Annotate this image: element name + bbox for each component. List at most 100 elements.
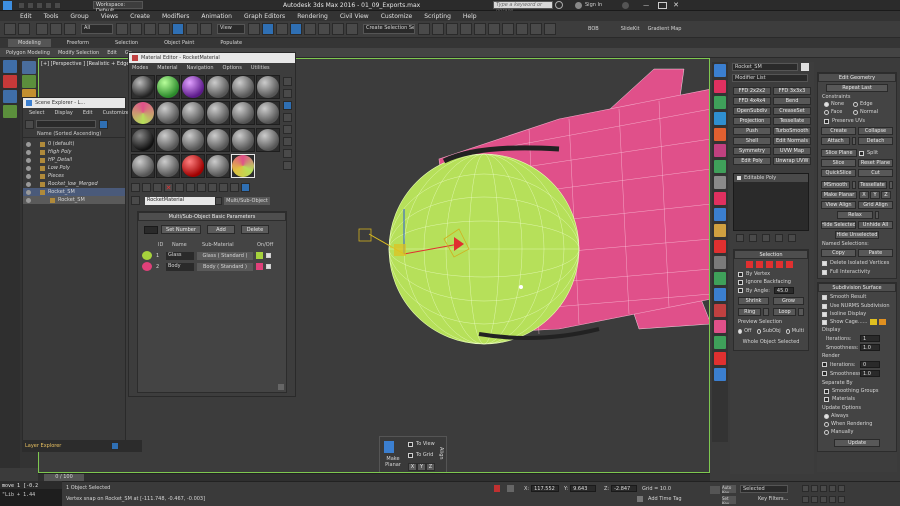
preserve-uvs-check[interactable]: Preserve UVs [818, 116, 896, 126]
modifier-button-ffd-3x3x3[interactable]: FFD 3x3x3 [773, 87, 811, 95]
slot-23[interactable] [231, 153, 255, 178]
next-frame-icon[interactable] [829, 485, 836, 492]
modifier-button-push[interactable]: Push [733, 127, 771, 135]
create-tab-icon[interactable] [714, 64, 726, 77]
ribbon-tab-modeling[interactable]: Modeling [8, 39, 51, 47]
delete-button[interactable]: Delete [241, 225, 269, 234]
to-view-button[interactable]: To View [408, 441, 435, 447]
ring-spinner[interactable] [763, 308, 769, 316]
copy-button[interactable]: Copy [821, 249, 856, 257]
slot-11[interactable] [231, 101, 255, 126]
modify-tab-icon[interactable] [714, 80, 726, 93]
zoom-icon[interactable] [802, 496, 809, 503]
slot-24[interactable] [256, 153, 280, 178]
maximize-viewport-icon[interactable] [838, 496, 845, 503]
orbit-icon[interactable] [829, 496, 836, 503]
menu-create[interactable]: Create [130, 13, 150, 20]
menu-civil-view[interactable]: Civil View [340, 13, 369, 20]
col-onoff[interactable]: On/Off [257, 242, 277, 248]
undo-icon[interactable] [45, 1, 52, 9]
scene-explorer-titlebar[interactable]: Scene Explorer - L... [23, 98, 125, 108]
bob-button[interactable]: BOB [588, 26, 599, 32]
slot-14[interactable] [156, 127, 180, 152]
hide-selected-button[interactable]: Hide Selected [821, 221, 856, 229]
create-button[interactable]: Create [821, 127, 856, 135]
mirror-icon[interactable] [418, 23, 430, 35]
coord-z-field[interactable]: -2.847 [611, 485, 638, 492]
paste-button[interactable]: Paste [858, 249, 893, 257]
quick-access-save-icon[interactable] [36, 1, 43, 9]
quick-access-new-icon[interactable] [18, 1, 25, 9]
relax-settings[interactable] [875, 211, 879, 219]
material-name-field[interactable]: RocketMaterial [145, 196, 215, 205]
col-submaterial[interactable]: Sub-Material [202, 242, 257, 248]
graphite-toggle-icon[interactable] [460, 23, 472, 35]
material-type-button[interactable]: Multi/Sub-Object [224, 196, 270, 205]
set-number-button[interactable]: Set Number [161, 225, 201, 234]
cage-color-1[interactable] [870, 319, 878, 325]
tool-12-icon[interactable] [714, 240, 726, 253]
remove-modifier-icon[interactable] [775, 234, 783, 242]
user-icon[interactable] [575, 1, 582, 9]
materials-check[interactable]: Materials [818, 395, 896, 403]
reference-coord-dropdown[interactable]: View [217, 24, 245, 34]
slot-12[interactable] [256, 101, 280, 126]
slot-2[interactable] [156, 75, 180, 99]
se-tree-item[interactable]: Rocket_SM [23, 196, 125, 204]
ribbon-panel-modify-selection[interactable]: Modify Selection [58, 50, 99, 56]
app-logo-icon[interactable] [3, 0, 12, 10]
axis-y-button[interactable]: Y [417, 463, 426, 471]
close-button[interactable]: ✕ [673, 1, 682, 10]
polygon-mode-icon[interactable] [776, 261, 783, 268]
go-forward-sibling-icon[interactable] [241, 183, 250, 192]
make-planar-z[interactable]: Z [881, 191, 891, 199]
se-tree-item[interactable]: Pieces [23, 172, 125, 180]
ribbon-tab-object-paint[interactable]: Object Paint [154, 39, 204, 47]
motion-tab-icon[interactable] [714, 112, 726, 125]
slot-10[interactable] [206, 101, 230, 126]
sign-in-link[interactable]: Sign In [585, 2, 602, 8]
maxscript-line-2[interactable]: "Lib + 1.44 [0, 489, 62, 498]
modifier-button-projection[interactable]: Projection [733, 117, 771, 125]
ignore-backfacing-check[interactable]: Ignore Backfacing [734, 278, 808, 286]
video-color-check-icon[interactable] [283, 125, 292, 134]
set-key-mode-icon[interactable] [710, 486, 720, 494]
update-button[interactable]: Update [834, 439, 880, 447]
collapse-button[interactable]: Collapse [858, 127, 893, 135]
se-menu-display[interactable]: Display [54, 110, 72, 116]
slot-21[interactable] [181, 153, 205, 178]
se-tree-item[interactable]: HP_Detail [23, 156, 125, 164]
menu-views[interactable]: Views [101, 13, 118, 20]
vertex-mode-icon[interactable] [746, 261, 753, 268]
modifier-button-opensubdiv[interactable]: OpenSubdiv [733, 107, 771, 115]
detach-button[interactable]: Detach [858, 137, 893, 145]
help-icon[interactable] [622, 1, 630, 9]
slot-20[interactable] [156, 153, 180, 178]
se-menu-customize[interactable]: Customize [103, 110, 129, 116]
modifier-button-turbosmooth[interactable]: TurboSmooth [773, 127, 811, 135]
add-button[interactable]: Add [207, 225, 235, 234]
zoom-all-icon[interactable] [811, 496, 818, 503]
modifier-button-ffd-2x2x2[interactable]: FFD 2x2x2 [733, 87, 771, 95]
panel-scroll-handle[interactable] [278, 384, 284, 390]
schematic-view-icon[interactable] [488, 23, 500, 35]
rendered-frame-icon[interactable] [530, 23, 542, 35]
border-mode-icon[interactable] [766, 261, 773, 268]
menu-help[interactable]: Help [463, 13, 477, 20]
tool-17-icon[interactable] [714, 320, 726, 333]
time-slider[interactable]: 0 / 100 [38, 473, 710, 481]
visibility-icon[interactable] [26, 181, 31, 187]
smooth-result-check[interactable]: Smooth Result [818, 292, 896, 302]
tool-20-icon[interactable] [714, 368, 726, 381]
by-angle-check[interactable] [738, 288, 743, 293]
slot-9[interactable] [181, 101, 205, 126]
show-end-result-stack-icon[interactable] [749, 234, 757, 242]
cage-color-2[interactable] [879, 319, 887, 325]
set-key-button[interactable]: Set Key [722, 496, 736, 504]
sample-type-icon[interactable] [283, 77, 292, 86]
ring-button[interactable]: Ring [738, 308, 762, 316]
me-menu-material[interactable]: Material [157, 65, 177, 71]
make-planar-icon[interactable] [384, 441, 394, 453]
key-filters-button[interactable]: Key Filters... [758, 496, 788, 502]
reset-plane-button[interactable]: Reset Plane [858, 159, 893, 167]
